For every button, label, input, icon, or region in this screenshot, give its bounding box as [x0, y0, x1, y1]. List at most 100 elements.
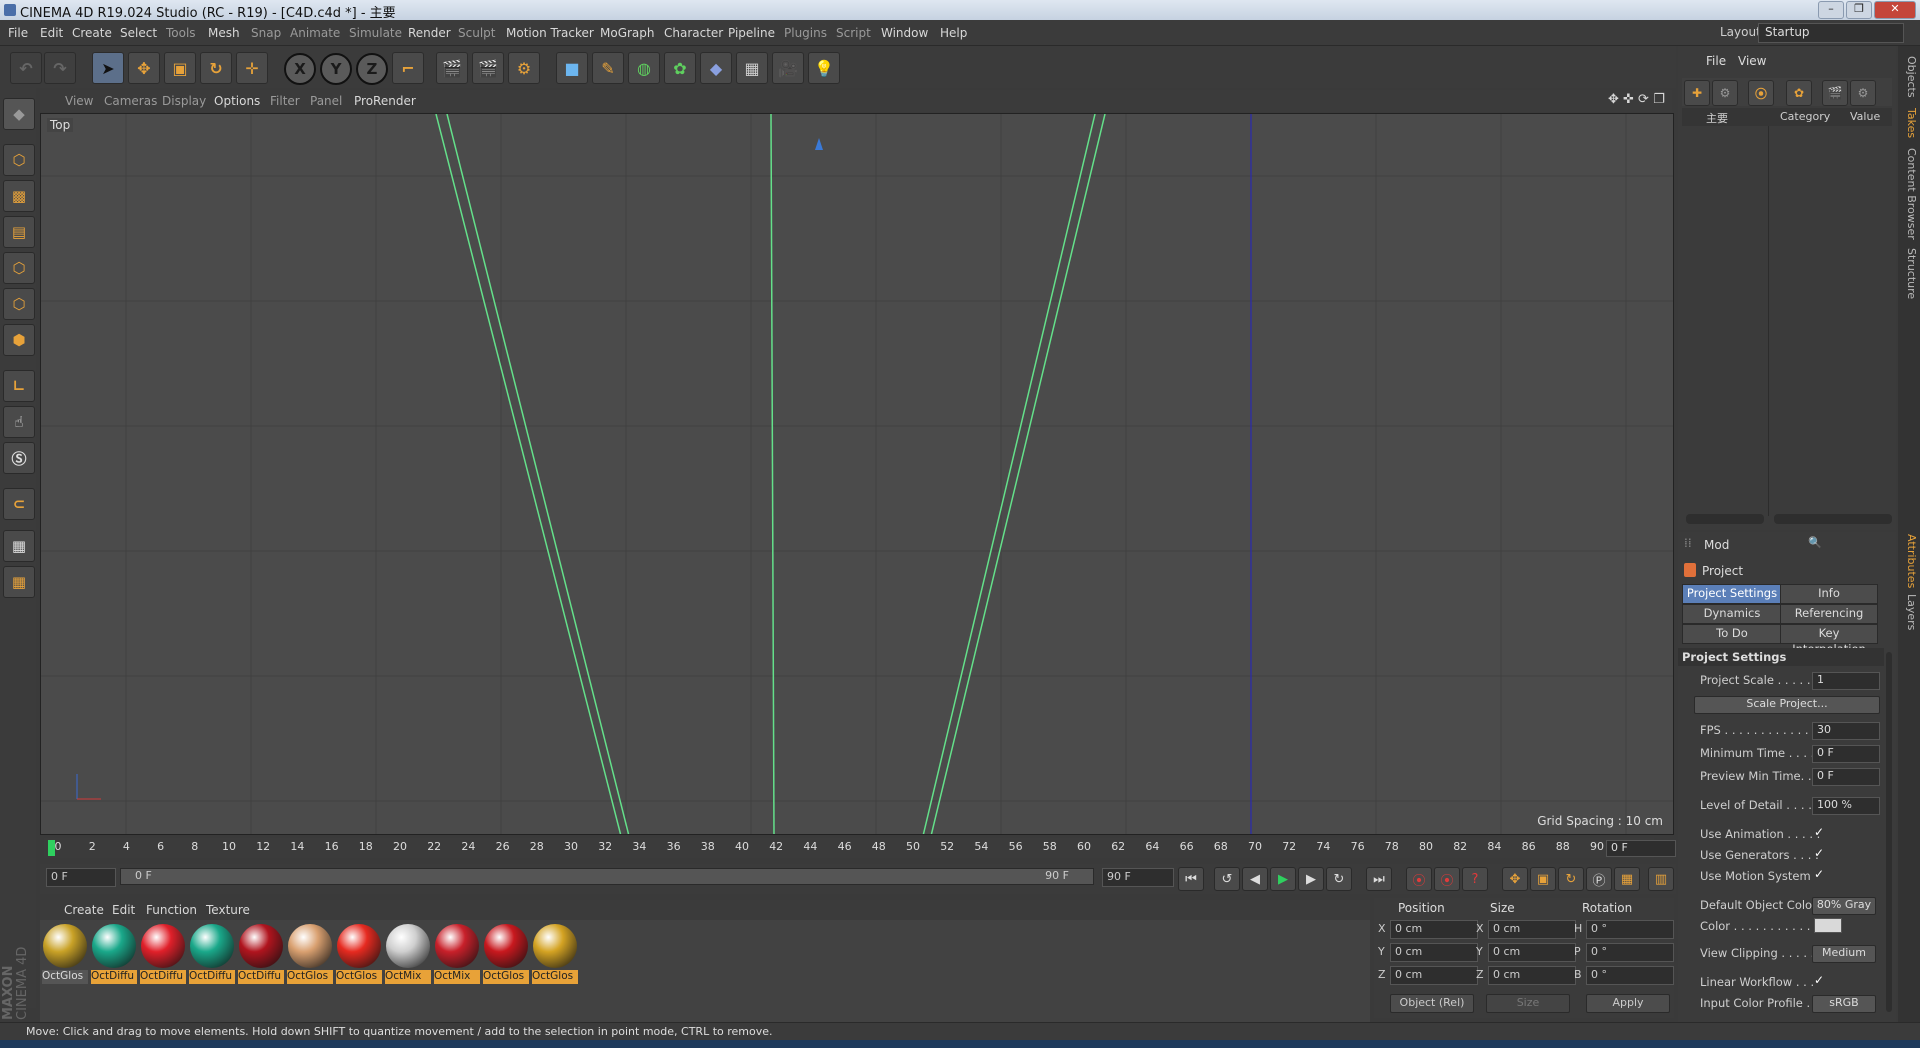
objects-tool-icon[interactable]: ✚ — [1684, 80, 1710, 106]
x-axis-lock-button[interactable]: X — [284, 53, 316, 85]
timeline-scheme-icon[interactable]: ▥ — [1648, 867, 1674, 891]
coord-mode-select[interactable]: Object (Rel) — [1390, 994, 1474, 1013]
material-swatch[interactable]: OctDiffu — [140, 924, 186, 984]
objects-tool-icon[interactable]: ⚙ — [1712, 80, 1738, 106]
coord-pos-field[interactable]: 0 cm — [1390, 943, 1478, 962]
record-keys-icon[interactable]: ⦿ — [1406, 867, 1432, 891]
material-swatch[interactable]: OctDiffu — [238, 924, 284, 984]
objects-scrollbar[interactable] — [1774, 514, 1892, 524]
next-key-icon[interactable]: ↻ — [1326, 867, 1352, 891]
range-slider[interactable]: 0 F 90 F — [120, 868, 1094, 885]
tab-referencing[interactable]: Referencing — [1780, 604, 1878, 624]
menu-motion-tracker[interactable]: Motion Tracker — [506, 26, 594, 40]
menu-file[interactable]: File — [8, 26, 28, 40]
scale-project-button[interactable]: Scale Project... — [1694, 696, 1880, 714]
key-position-icon[interactable]: ✥ — [1502, 867, 1528, 891]
viewport-menu-display[interactable]: Display — [162, 94, 206, 108]
edges-mode-icon[interactable]: ⬡ — [3, 288, 35, 320]
viewport-menu-cameras[interactable]: Cameras — [104, 94, 157, 108]
planar-workplane-icon[interactable]: ▦ — [3, 566, 35, 598]
side-tab[interactable]: Layers — [1900, 592, 1918, 632]
autokey-icon[interactable]: ⦿ — [1434, 867, 1460, 891]
material-menu-edit[interactable]: Edit — [112, 903, 135, 917]
menu-snap[interactable]: Snap — [251, 26, 281, 40]
viewport-menu-view[interactable]: View — [65, 94, 93, 108]
viewport-menu-filter[interactable]: Filter — [270, 94, 300, 108]
menu-character[interactable]: Character — [664, 26, 723, 40]
side-tab[interactable]: Takes — [1900, 104, 1918, 142]
deformer-icon[interactable]: ◆ — [700, 52, 732, 84]
axis-mode-icon[interactable]: ∟ — [3, 370, 35, 402]
key-rotation-icon[interactable]: ↻ — [1558, 867, 1584, 891]
coord-size-field[interactable]: 0 cm — [1488, 943, 1576, 962]
preview-min-time-field[interactable]: 0 F — [1812, 768, 1880, 786]
search-icon[interactable]: 🔍 — [1808, 536, 1822, 549]
coord-pos-field[interactable]: 0 cm — [1390, 920, 1478, 939]
tab-key-interpolation[interactable]: Key Interpolation — [1780, 624, 1878, 656]
move-tool-icon[interactable]: ✥ — [128, 52, 160, 84]
material-menu-create[interactable]: Create — [64, 903, 104, 917]
key-parameter-icon[interactable]: Ⓟ — [1586, 867, 1612, 891]
scale-tool-icon[interactable]: ▣ — [164, 52, 196, 84]
menu-plugins[interactable]: Plugins — [784, 26, 827, 40]
level-of-detail-field[interactable]: 100 % — [1812, 797, 1880, 815]
tab-info[interactable]: Info — [1780, 584, 1878, 604]
render-picture-viewer-icon[interactable]: 🎬 — [472, 52, 504, 84]
menu-create[interactable]: Create — [72, 26, 112, 40]
input-color-profile-select[interactable]: sRGB — [1812, 995, 1876, 1013]
go-to-end-icon[interactable]: ⏭ — [1366, 867, 1392, 891]
menu-animate[interactable]: Animate — [290, 26, 340, 40]
menu-select[interactable]: Select — [120, 26, 157, 40]
side-tab[interactable]: Structure — [1900, 246, 1918, 302]
render-settings-icon[interactable]: ⚙ — [508, 52, 540, 84]
go-to-start-icon[interactable]: ⏮ — [1178, 867, 1204, 891]
attributes-menu-mode[interactable]: Mod — [1704, 538, 1729, 552]
coord-size-field[interactable]: 0 cm — [1488, 920, 1576, 939]
side-tab[interactable]: Attributes — [1900, 534, 1918, 588]
viewport-menu-options[interactable]: Options — [214, 94, 260, 108]
minimum-time-field[interactable]: 0 F — [1812, 745, 1880, 763]
timeline-end-field[interactable]: 0 F — [1606, 840, 1676, 857]
key-scale-icon[interactable]: ▣ — [1530, 867, 1556, 891]
snap-icon[interactable]: ⊂ — [3, 488, 35, 520]
objects-tool-icon[interactable]: 🎬 — [1822, 80, 1848, 106]
menu-help[interactable]: Help — [940, 26, 967, 40]
workplane-lock-icon[interactable]: ▦ — [3, 530, 35, 562]
menu-tools[interactable]: Tools — [166, 26, 196, 40]
coord-size-mode-select[interactable]: Size — [1486, 994, 1570, 1013]
material-menu-function[interactable]: Function — [146, 903, 197, 917]
model-mode-icon[interactable]: ⬡ — [3, 144, 35, 176]
keyframe-selection-icon[interactable]: ? — [1462, 867, 1488, 891]
objects-tool-icon[interactable]: ⦿ — [1748, 80, 1774, 106]
project-scale-field[interactable]: 1 — [1812, 672, 1880, 690]
transform-tool-icon[interactable]: ✛ — [236, 52, 268, 84]
use-animation-checkbox[interactable]: ✓ — [1814, 825, 1824, 839]
material-swatch[interactable]: OctGlos — [42, 924, 88, 984]
next-frame-icon[interactable]: ▶ — [1298, 867, 1324, 891]
maximize-button[interactable]: ❐ — [1846, 1, 1872, 19]
workplane-icon[interactable]: ▤ — [3, 216, 35, 248]
use-motion-system-checkbox[interactable]: ✓ — [1814, 867, 1824, 881]
material-swatch[interactable]: OctMix — [385, 924, 431, 984]
fps-field[interactable]: 30 — [1812, 722, 1880, 740]
side-tab[interactable]: Content Browser — [1900, 146, 1918, 242]
material-menu-texture[interactable]: Texture — [206, 903, 250, 917]
menu-sculpt[interactable]: Sculpt — [458, 26, 495, 40]
viewport-top[interactable]: Top Grid Spacing : 10 cm — [40, 113, 1674, 835]
coord-pos-field[interactable]: 0 cm — [1390, 966, 1478, 985]
coord-apply-button[interactable]: Apply — [1586, 994, 1670, 1013]
make-editable-icon[interactable]: ◆ — [3, 98, 35, 130]
play-icon[interactable]: ▶ — [1270, 867, 1296, 891]
cube-primitive-icon[interactable]: ■ — [556, 52, 588, 84]
menu-script[interactable]: Script — [836, 26, 871, 40]
previous-key-icon[interactable]: ↺ — [1214, 867, 1240, 891]
objects-scrollbar[interactable] — [1686, 514, 1764, 524]
material-swatch[interactable]: OctDiffu — [91, 924, 137, 984]
material-swatch[interactable]: OctGlos — [287, 924, 333, 984]
select-tool-icon[interactable]: ➤ — [92, 52, 124, 84]
pen-spline-icon[interactable]: ✎ — [592, 52, 624, 84]
tab-to-do[interactable]: To Do — [1682, 624, 1782, 644]
solo-icon[interactable]: Ⓢ — [3, 442, 35, 474]
coord-rot-field[interactable]: 0 ° — [1586, 920, 1674, 939]
polygons-mode-icon[interactable]: ⬢ — [3, 324, 35, 356]
